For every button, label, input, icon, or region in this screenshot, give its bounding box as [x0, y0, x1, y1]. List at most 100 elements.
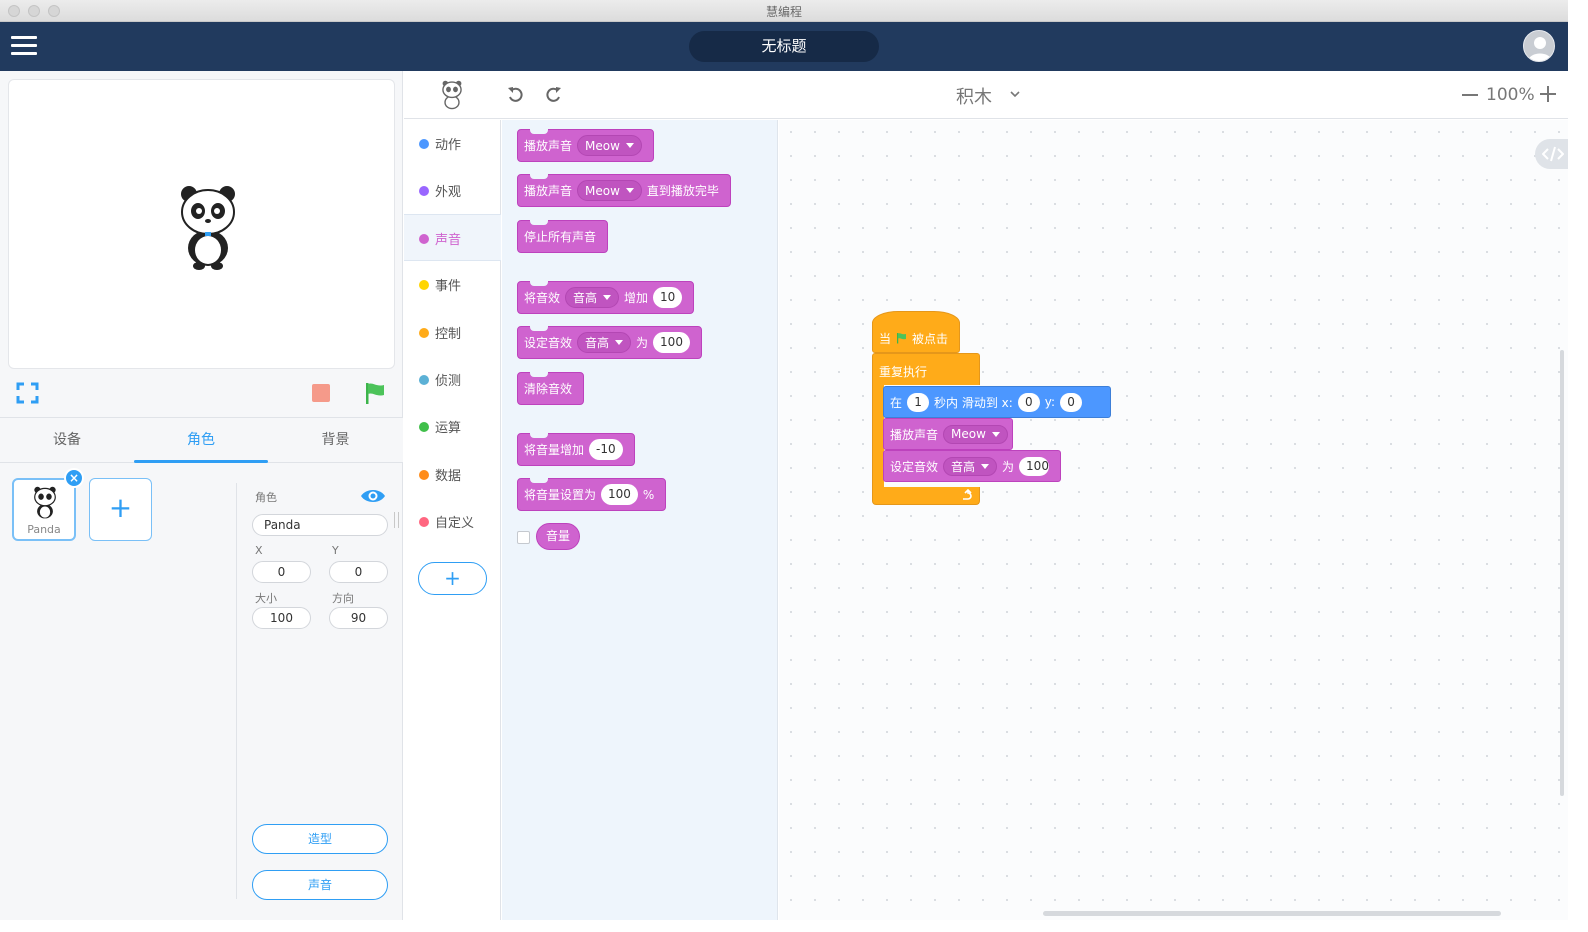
active-tab-indicator — [134, 460, 268, 463]
tab-sprites[interactable]: 角色 — [134, 418, 268, 464]
effect-dropdown[interactable]: 音高 — [943, 456, 998, 476]
effect-dropdown[interactable]: 音高 — [565, 287, 620, 308]
category-dot — [419, 234, 429, 244]
chevron-down-icon[interactable] — [1009, 88, 1021, 100]
number-input[interactable]: 0 — [1060, 392, 1083, 412]
block-text: % — [642, 487, 655, 502]
category-motion[interactable]: 动作 — [404, 120, 501, 167]
category-label: 声音 — [435, 233, 462, 248]
script-play-sound[interactable]: 播放声音 Meow — [883, 418, 1013, 450]
direction-field[interactable]: 90 — [329, 607, 388, 629]
user-avatar-icon[interactable] — [1523, 30, 1555, 62]
category-label: 外观 — [435, 185, 462, 200]
stage-tabs: 设备 角色 背景 — [0, 417, 403, 463]
sound-dropdown[interactable]: Meow — [577, 135, 642, 156]
category-looks[interactable]: 外观 — [404, 167, 501, 214]
script-glide-to[interactable]: 在 1 秒内 滑动到 x: 0 y: 0 — [883, 386, 1111, 418]
editor-mode-selector[interactable]: 积木 — [956, 83, 992, 109]
sound-dropdown[interactable]: Meow — [577, 180, 642, 201]
role-label: 角色 — [255, 491, 277, 504]
category-label: 动作 — [435, 138, 462, 153]
title-bar: 慧编程 — [0, 0, 1568, 22]
category-custom[interactable]: 自定义 — [404, 498, 501, 545]
block-clear-effects[interactable]: 清除音效 — [517, 372, 585, 405]
zoom-out-icon[interactable] — [1462, 94, 1478, 96]
script-when-flag-clicked[interactable]: 当 被点击 — [872, 311, 960, 353]
block-text: 清除音效 — [524, 382, 573, 396]
x-field[interactable]: 0 — [252, 561, 311, 583]
number-input[interactable]: 100 — [601, 484, 638, 505]
delete-sprite-icon[interactable]: × — [64, 468, 84, 488]
code-icon — [1542, 146, 1564, 162]
tab-backgrounds[interactable]: 背景 — [268, 418, 403, 464]
category-events[interactable]: 事件 — [404, 261, 501, 308]
block-text: 增加 — [624, 291, 649, 305]
block-change-volume[interactable]: 将音量增加 -10 — [517, 433, 635, 466]
script-workspace[interactable]: 当 被点击 重复执行 在 1 秒内 滑动到 x: 0 y: 0 播放声音 Meo… — [779, 120, 1568, 920]
category-dot — [419, 139, 429, 149]
category-sound[interactable]: 声音 — [404, 214, 501, 261]
volume-monitor-checkbox[interactable] — [517, 531, 530, 544]
zoom-in-icon[interactable] — [1540, 86, 1556, 102]
block-change-effect[interactable]: 将音效 音高 增加 10 — [517, 281, 695, 314]
block-play-sound-until-done[interactable]: 播放声音 Meow 直到播放完毕 — [517, 174, 731, 207]
script-set-effect[interactable]: 设定音效 音高 为 100 — [883, 450, 1061, 482]
category-label: 自定义 — [435, 516, 475, 531]
category-operators[interactable]: 运算 — [404, 403, 501, 450]
sprite-card-panda[interactable]: Panda — [12, 478, 76, 541]
sprite-panda-icon[interactable] — [440, 80, 464, 110]
number-input[interactable]: 0 — [1017, 392, 1040, 412]
fullscreen-icon[interactable] — [16, 382, 39, 404]
direction-label: 方向 — [332, 592, 354, 605]
category-label: 事件 — [435, 279, 462, 294]
horizontal-scrollbar[interactable] — [1043, 911, 1501, 916]
category-control[interactable]: 控制 — [404, 309, 501, 356]
number-input[interactable]: 1 — [907, 392, 930, 412]
y-field[interactable]: 0 — [329, 561, 388, 583]
sprite-name-field[interactable]: Panda — [252, 514, 388, 536]
number-input[interactable]: -10 — [589, 439, 623, 460]
block-volume-reporter[interactable]: 音量 — [536, 523, 581, 550]
block-text: 停止所有声音 — [524, 230, 597, 244]
hamburger-menu-icon[interactable] — [11, 36, 37, 56]
zoom-level: 100% — [1486, 85, 1535, 105]
block-text: 为 — [636, 336, 649, 350]
effect-dropdown[interactable]: 音高 — [577, 332, 632, 353]
loop-arrow-icon — [963, 489, 972, 500]
category-dot — [419, 470, 429, 480]
green-flag-icon[interactable] — [364, 382, 386, 404]
resize-handle[interactable] — [394, 512, 399, 528]
category-variables[interactable]: 数据 — [404, 451, 501, 498]
number-input[interactable]: 100 — [653, 332, 690, 353]
project-title[interactable]: 无标题 — [689, 31, 879, 62]
category-label: 控制 — [435, 327, 462, 342]
size-field[interactable]: 100 — [252, 607, 311, 629]
panda-sprite-icon[interactable] — [179, 184, 237, 270]
block-play-sound[interactable]: 播放声音 Meow — [517, 129, 654, 162]
block-set-volume[interactable]: 将音量设置为 100 % — [517, 478, 667, 511]
category-dot — [419, 186, 429, 196]
vertical-scrollbar[interactable] — [1560, 350, 1564, 796]
code-view-toggle[interactable] — [1535, 139, 1568, 169]
sound-dropdown[interactable]: Meow — [943, 424, 1008, 444]
stop-button[interactable] — [312, 384, 330, 402]
number-input[interactable]: 100 — [1019, 456, 1049, 476]
add-extension-button[interactable]: + — [418, 562, 487, 595]
sound-button[interactable]: 声音 — [252, 870, 388, 900]
redo-icon[interactable] — [544, 86, 562, 104]
block-set-effect[interactable]: 设定音效 音高 为 100 — [517, 326, 702, 359]
undo-icon[interactable] — [507, 86, 525, 104]
block-text: 播放声音 — [524, 184, 573, 198]
left-pane: 设备 角色 背景 Panda × + 角色 Panda X Y 0 0 大小 方… — [0, 71, 403, 920]
add-sprite-button[interactable]: + — [89, 478, 152, 541]
block-text: 播放声音 — [890, 427, 939, 442]
block-stop-all-sounds[interactable]: 停止所有声音 — [517, 220, 609, 253]
visibility-eye-icon[interactable] — [360, 488, 386, 504]
category-sensing[interactable]: 侦测 — [404, 356, 501, 403]
stage-canvas[interactable] — [8, 79, 395, 369]
panda-thumbnail-icon — [34, 486, 56, 519]
costume-button[interactable]: 造型 — [252, 824, 388, 854]
number-input[interactable]: 10 — [653, 287, 683, 308]
category-dot — [419, 517, 429, 527]
tab-devices[interactable]: 设备 — [0, 418, 134, 464]
